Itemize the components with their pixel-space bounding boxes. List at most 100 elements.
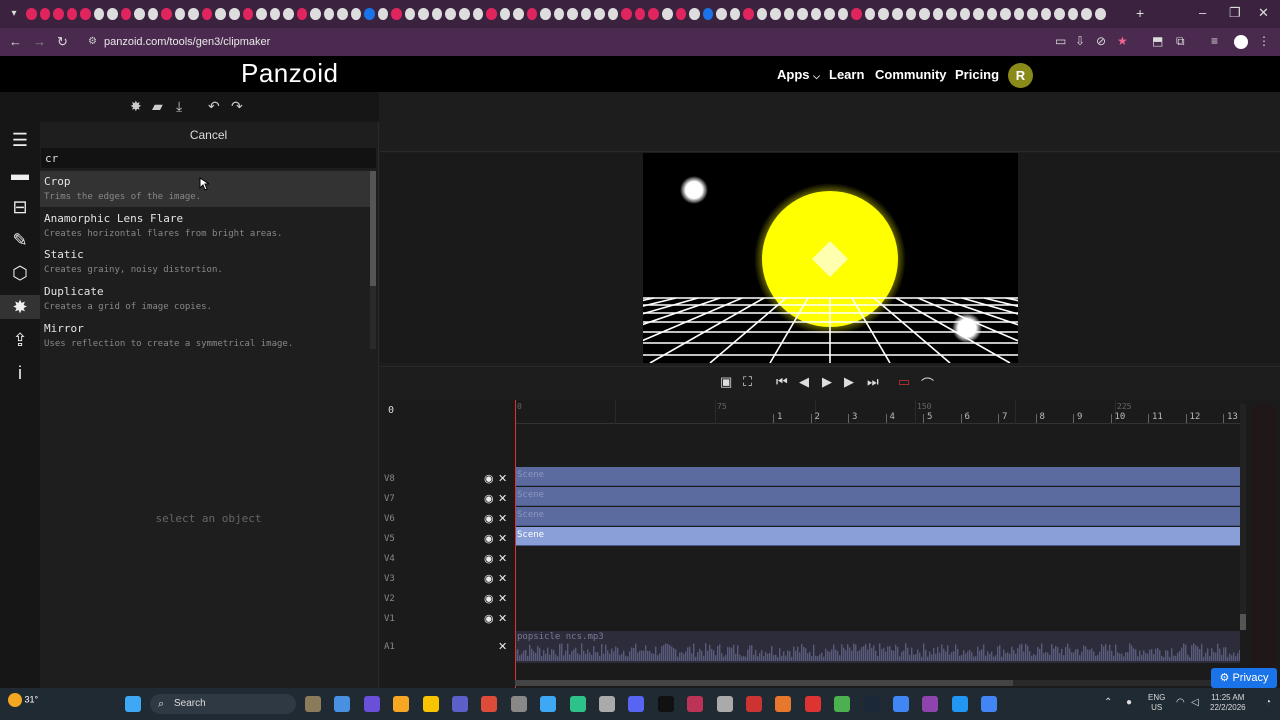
layers-icon[interactable]: ⊟	[8, 195, 32, 219]
browser-tab[interactable]	[513, 8, 524, 20]
discord-icon[interactable]	[628, 696, 645, 712]
browser-tab[interactable]	[418, 8, 429, 20]
volume-icon[interactable]: ◁	[1191, 697, 1199, 708]
browser-tab[interactable]	[310, 8, 321, 20]
browser-tab[interactable]	[323, 8, 335, 20]
minimize-icon[interactable]: –	[1199, 5, 1206, 20]
menu-icon[interactable]: ☰	[8, 128, 32, 152]
nav-pricing[interactable]: Pricing	[955, 67, 999, 82]
browser-tab[interactable]	[851, 8, 862, 20]
browser-tab[interactable]	[296, 8, 308, 20]
effects-icon[interactable]: ✸	[0, 295, 40, 319]
browser-tab[interactable]	[404, 8, 416, 20]
undo-icon[interactable]: ↶	[208, 98, 220, 115]
browser-tab[interactable]	[864, 8, 876, 20]
browser-tab[interactable]	[689, 8, 700, 20]
browser-tab[interactable]	[174, 8, 186, 20]
puzzle-icon[interactable]: ⧉	[1176, 34, 1185, 49]
browser-tab[interactable]	[188, 8, 199, 20]
browser-tab[interactable]	[161, 8, 172, 20]
github-icon[interactable]	[510, 696, 527, 712]
effect-list-scrollbar[interactable]	[370, 171, 376, 349]
browser-tab[interactable]	[986, 8, 998, 20]
browser-tab[interactable]	[499, 8, 511, 20]
tiktok-icon[interactable]	[657, 696, 674, 712]
browser-tab[interactable]	[228, 8, 240, 20]
browser-tab[interactable]	[526, 8, 538, 20]
scene-clip[interactable]: Scene	[515, 527, 1240, 546]
browser-tab[interactable]	[391, 8, 402, 20]
browser-tab[interactable]	[1013, 8, 1025, 20]
effect-search-input[interactable]	[41, 148, 376, 168]
store-icon[interactable]	[393, 696, 410, 712]
windows-start-icon[interactable]	[125, 696, 141, 712]
hide-icon[interactable]: ⊘	[1096, 34, 1106, 48]
bookmark-star-icon[interactable]: ★	[1117, 34, 1128, 48]
play-icon[interactable]: ▶	[822, 374, 832, 390]
timeline-ruler[interactable]: 0 75 150 225 1 2 3 4 5 6 7 8 9 10 11 12 13	[515, 400, 1240, 424]
browser-tab[interactable]	[567, 8, 578, 20]
weather-widget[interactable]: 31°	[8, 693, 38, 707]
site-info-icon[interactable]: ⚙	[88, 31, 97, 53]
extension-icon[interactable]: ⬒	[1152, 34, 1163, 48]
visibility-eye-icon[interactable]: ◉	[484, 612, 494, 625]
browser-tab[interactable]	[80, 8, 91, 20]
timeline-horizontal-scrollbar[interactable]	[515, 680, 1240, 686]
app-icon[interactable]	[599, 696, 615, 712]
folder-icon[interactable]: ▬	[8, 162, 32, 186]
scrollbar-thumb[interactable]	[370, 171, 376, 286]
remove-track-icon[interactable]: ✕	[498, 572, 507, 585]
copilot-icon[interactable]	[363, 696, 380, 712]
browser-tab[interactable]	[1067, 8, 1079, 20]
effect-item-mirror[interactable]: Mirror Uses reflection to create a symme…	[40, 318, 370, 349]
browser-tab[interactable]	[201, 8, 213, 20]
fit-frame-icon[interactable]: ⛶	[743, 374, 752, 390]
browser-tab[interactable]	[472, 8, 484, 20]
user-avatar[interactable]: R	[1008, 63, 1033, 88]
maximize-icon[interactable]: ❐	[1229, 5, 1241, 21]
address-bar[interactable]: ⚙ panzoid.com/tools/gen3/clipmaker	[80, 31, 1040, 53]
cancel-button[interactable]: Cancel	[40, 126, 377, 144]
browser-tab[interactable]	[824, 8, 835, 20]
nav-learn[interactable]: Learn	[829, 67, 864, 82]
app-icon[interactable]	[687, 696, 704, 712]
browser-tab[interactable]	[283, 8, 294, 20]
browser-tab[interactable]	[1094, 8, 1106, 20]
browser-tab[interactable]	[878, 8, 889, 20]
preview-canvas[interactable]	[643, 153, 1018, 363]
obs-icon[interactable]	[540, 696, 557, 712]
profile-icon[interactable]	[1234, 35, 1248, 49]
browser-tab[interactable]	[946, 8, 957, 20]
browser-tab[interactable]	[66, 8, 78, 20]
visibility-eye-icon[interactable]: ◉	[484, 492, 494, 505]
notification-icon[interactable]: ◔	[1265, 697, 1271, 708]
teams-icon[interactable]	[452, 696, 468, 712]
browser-tab[interactable]	[621, 8, 632, 20]
taskbar-clock[interactable]: 11:25 AM 22/2/2026	[1210, 693, 1246, 713]
browser-tab[interactable]	[215, 8, 226, 20]
browser-tab[interactable]	[919, 8, 930, 20]
effect-item-anamorphic-lens-flare[interactable]: Anamorphic Lens Flare Creates horizontal…	[40, 208, 370, 244]
media-icon[interactable]: ≡	[1211, 34, 1218, 48]
remove-track-icon[interactable]: ✕	[498, 592, 507, 605]
remove-track-icon[interactable]: ✕	[498, 612, 507, 625]
skip-end-icon[interactable]: ⏭	[867, 374, 879, 390]
browser-tab[interactable]	[770, 8, 781, 20]
privacy-button[interactable]: ⚙ Privacy	[1211, 668, 1277, 688]
curve-icon[interactable]: ⌒	[921, 374, 934, 393]
install-icon[interactable]: ⇩	[1075, 34, 1085, 48]
browser-tab[interactable]	[810, 8, 822, 20]
microphone-icon[interactable]: ●	[1126, 697, 1132, 708]
chrome-icon[interactable]	[981, 696, 998, 712]
browser-tab[interactable]	[93, 8, 105, 20]
effects-add-icon[interactable]: ✸	[130, 98, 142, 115]
tray-chevron-icon[interactable]: ⌃	[1104, 697, 1112, 708]
browser-tab[interactable]	[540, 8, 551, 20]
app-icon[interactable]	[746, 696, 762, 712]
taskbar-search[interactable]: ⌕ Search	[150, 694, 296, 714]
remove-track-icon[interactable]: ✕	[498, 640, 507, 653]
browser-tab[interactable]	[445, 8, 456, 20]
browser-tab[interactable]	[837, 8, 849, 20]
file-explorer-icon[interactable]	[305, 696, 321, 712]
browser-tab[interactable]	[905, 8, 917, 20]
